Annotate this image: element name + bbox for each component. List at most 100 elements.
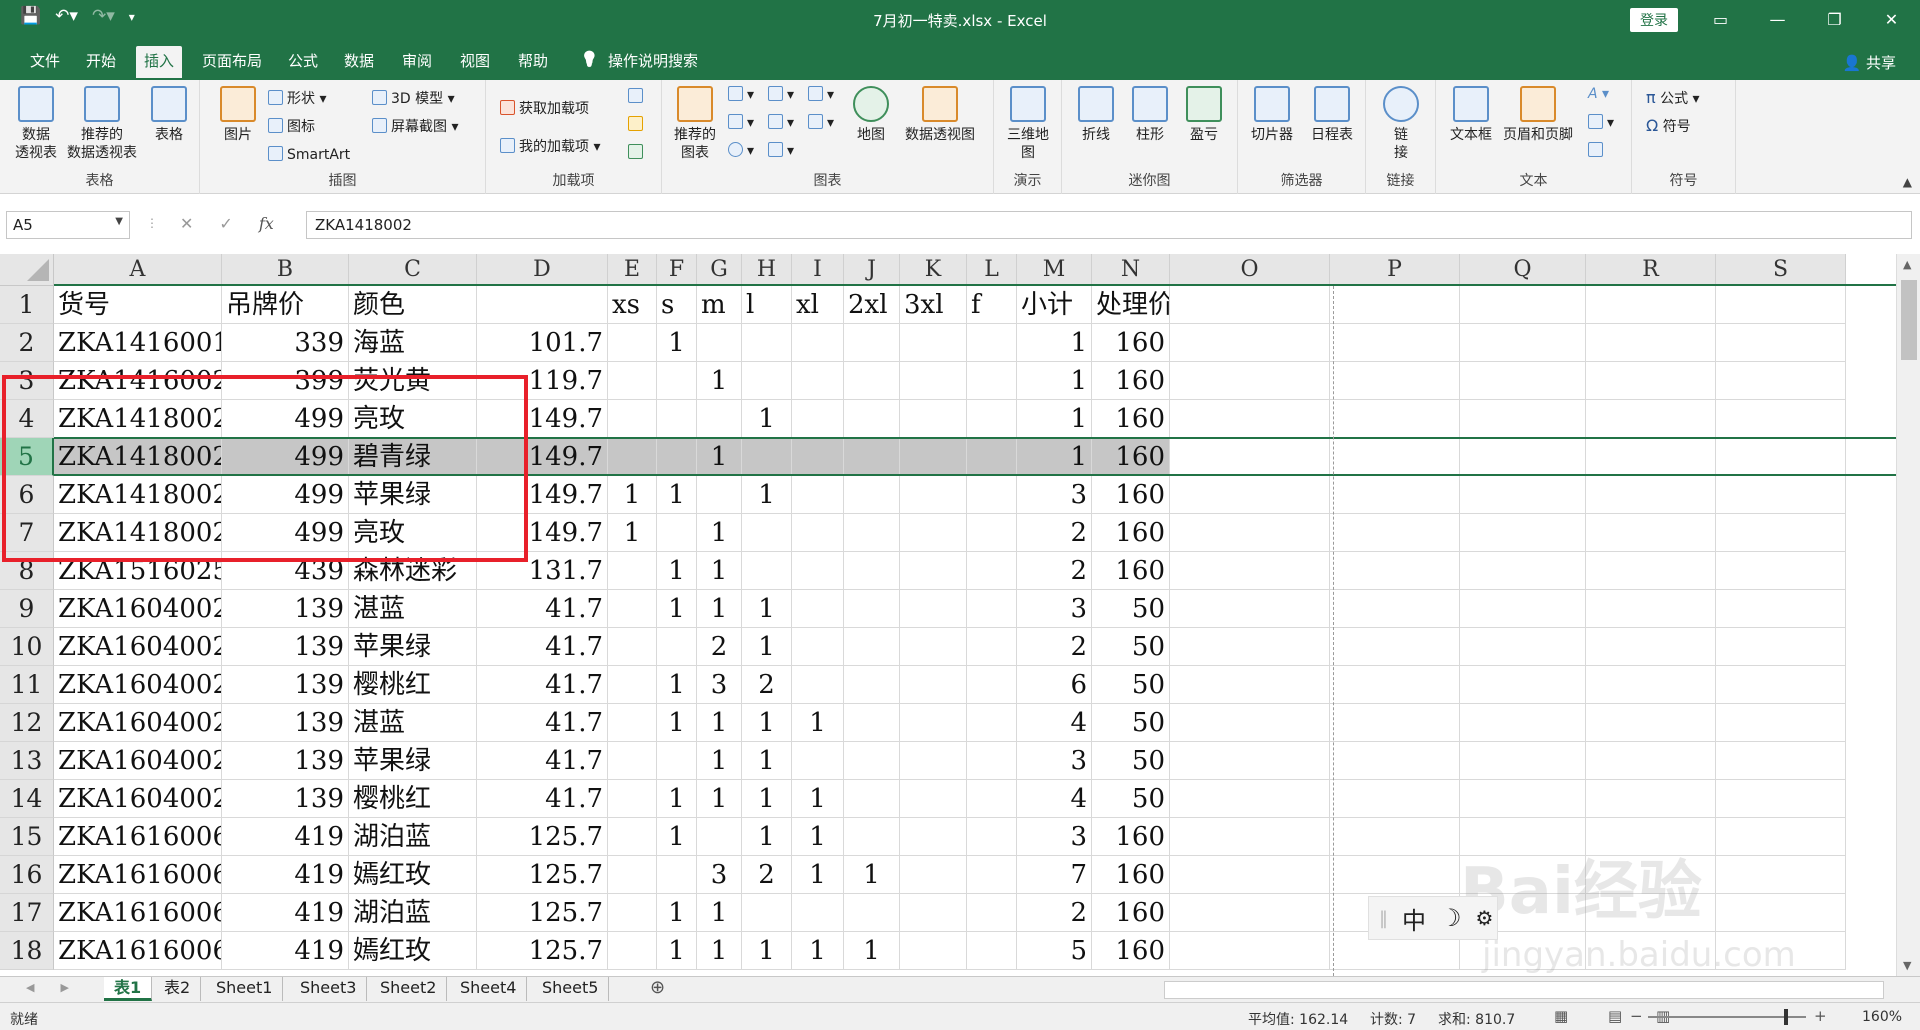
cell-B12[interactable]: 139 [222,704,349,742]
cell-E6[interactable]: 1 [608,476,657,514]
name-box[interactable]: A5 ▼ [6,211,130,239]
row-header[interactable]: 17 [0,894,54,932]
row-header[interactable]: 1 [0,286,54,324]
sparkline-line-button[interactable]: 折线 [1074,86,1118,144]
cell-F17[interactable]: 1 [657,894,697,932]
cell-N2[interactable]: 160 [1092,324,1170,362]
cell-E7[interactable]: 1 [608,514,657,552]
cell-B9[interactable]: 139 [222,590,349,628]
cell-N4[interactable]: 160 [1092,400,1170,438]
cell-S4[interactable] [1716,400,1846,438]
cell-I9[interactable] [792,590,844,628]
cell-R3[interactable] [1586,362,1716,400]
cell-H3[interactable] [742,362,792,400]
cell-N7[interactable]: 160 [1092,514,1170,552]
cell-J10[interactable] [844,628,900,666]
cell-H1[interactable]: l [742,286,792,324]
combo-chart-icon[interactable]: ▾ [768,114,794,131]
cell-J9[interactable] [844,590,900,628]
cell-C9[interactable]: 湛蓝 [349,590,477,628]
cell-P4[interactable] [1330,400,1460,438]
cell-G4[interactable] [697,400,742,438]
sheet-tab[interactable]: 表1 [104,977,153,1001]
sheet-tab[interactable]: 表2 [154,977,202,1001]
tab-0[interactable]: 文件 [22,46,68,78]
cell-M4[interactable]: 1 [1017,400,1092,438]
3d-map-button[interactable]: 三维地 图 [1002,86,1054,162]
cell-R10[interactable] [1586,628,1716,666]
cell-L5[interactable] [967,438,1017,476]
cell-F12[interactable]: 1 [657,704,697,742]
slicer-button[interactable]: 切片器 [1246,86,1298,144]
cell-G15[interactable] [697,818,742,856]
login-button[interactable]: 登录 [1630,8,1678,32]
cell-A2[interactable]: ZKA1416001 [54,324,222,362]
cell-I1[interactable]: xl [792,286,844,324]
add-sheet-icon[interactable]: ⊕ [640,977,675,1001]
cell-K17[interactable] [900,894,967,932]
cell-I2[interactable] [792,324,844,362]
cell-N15[interactable]: 160 [1092,818,1170,856]
cell-O14[interactable] [1170,780,1330,818]
cell-K5[interactable] [900,438,967,476]
cell-K14[interactable] [900,780,967,818]
sheet-tab[interactable]: Sheet3 [290,977,368,1001]
cell-S12[interactable] [1716,704,1846,742]
row-header[interactable]: 2 [0,324,54,362]
cell-G18[interactable]: 1 [697,932,742,970]
column-header-O[interactable]: O [1170,254,1330,286]
cell-F10[interactable] [657,628,697,666]
cell-R2[interactable] [1586,324,1716,362]
cell-H18[interactable]: 1 [742,932,792,970]
cell-M9[interactable]: 3 [1017,590,1092,628]
cell-N10[interactable]: 50 [1092,628,1170,666]
cell-K6[interactable] [900,476,967,514]
cell-E2[interactable] [608,324,657,362]
sparkline-column-button[interactable]: 柱形 [1128,86,1172,144]
column-header-N[interactable]: N [1092,254,1170,286]
cell-R12[interactable] [1586,704,1716,742]
cell-F16[interactable] [657,856,697,894]
cell-O6[interactable] [1170,476,1330,514]
pivot-chart-button[interactable]: 数据透视图 [898,86,982,144]
cell-K12[interactable] [900,704,967,742]
tab-8[interactable]: 帮助 [510,46,556,78]
cell-A11[interactable]: ZKA1604002 [54,666,222,704]
row-header[interactable]: 11 [0,666,54,704]
cell-A16[interactable]: ZKA1616006 [54,856,222,894]
zoom-slider-thumb[interactable] [1784,1009,1788,1025]
cell-E11[interactable] [608,666,657,704]
row-header[interactable]: 14 [0,780,54,818]
people-graph-icon[interactable] [628,144,647,161]
cell-C17[interactable]: 湖泊蓝 [349,894,477,932]
cell-G6[interactable] [697,476,742,514]
cell-R7[interactable] [1586,514,1716,552]
cell-M14[interactable]: 4 [1017,780,1092,818]
column-header-P[interactable]: P [1330,254,1460,286]
cell-G7[interactable]: 1 [697,514,742,552]
cell-H11[interactable]: 2 [742,666,792,704]
cell-N8[interactable]: 160 [1092,552,1170,590]
cell-M10[interactable]: 2 [1017,628,1092,666]
ime-handle[interactable]: ‖ [1379,908,1388,929]
symbol-button[interactable]: Ω 符号 [1646,116,1691,136]
cell-H4[interactable]: 1 [742,400,792,438]
tab-3[interactable]: 页面布局 [194,46,270,78]
cell-C14[interactable]: 樱桃红 [349,780,477,818]
cell-F14[interactable]: 1 [657,780,697,818]
equation-button[interactable]: π 公式 ▾ [1646,88,1700,108]
cell-N5[interactable]: 160 [1092,438,1170,476]
cell-L11[interactable] [967,666,1017,704]
cell-E3[interactable] [608,362,657,400]
timeline-button[interactable]: 日程表 [1304,86,1360,144]
cell-J8[interactable] [844,552,900,590]
cell-J1[interactable]: 2xl [844,286,900,324]
cell-J6[interactable] [844,476,900,514]
cell-S7[interactable] [1716,514,1846,552]
cell-K18[interactable] [900,932,967,970]
cell-O7[interactable] [1170,514,1330,552]
cell-I6[interactable] [792,476,844,514]
cell-P5[interactable] [1330,438,1460,476]
cell-L7[interactable] [967,514,1017,552]
hierarchy-chart-icon[interactable]: ▾ [768,86,794,103]
